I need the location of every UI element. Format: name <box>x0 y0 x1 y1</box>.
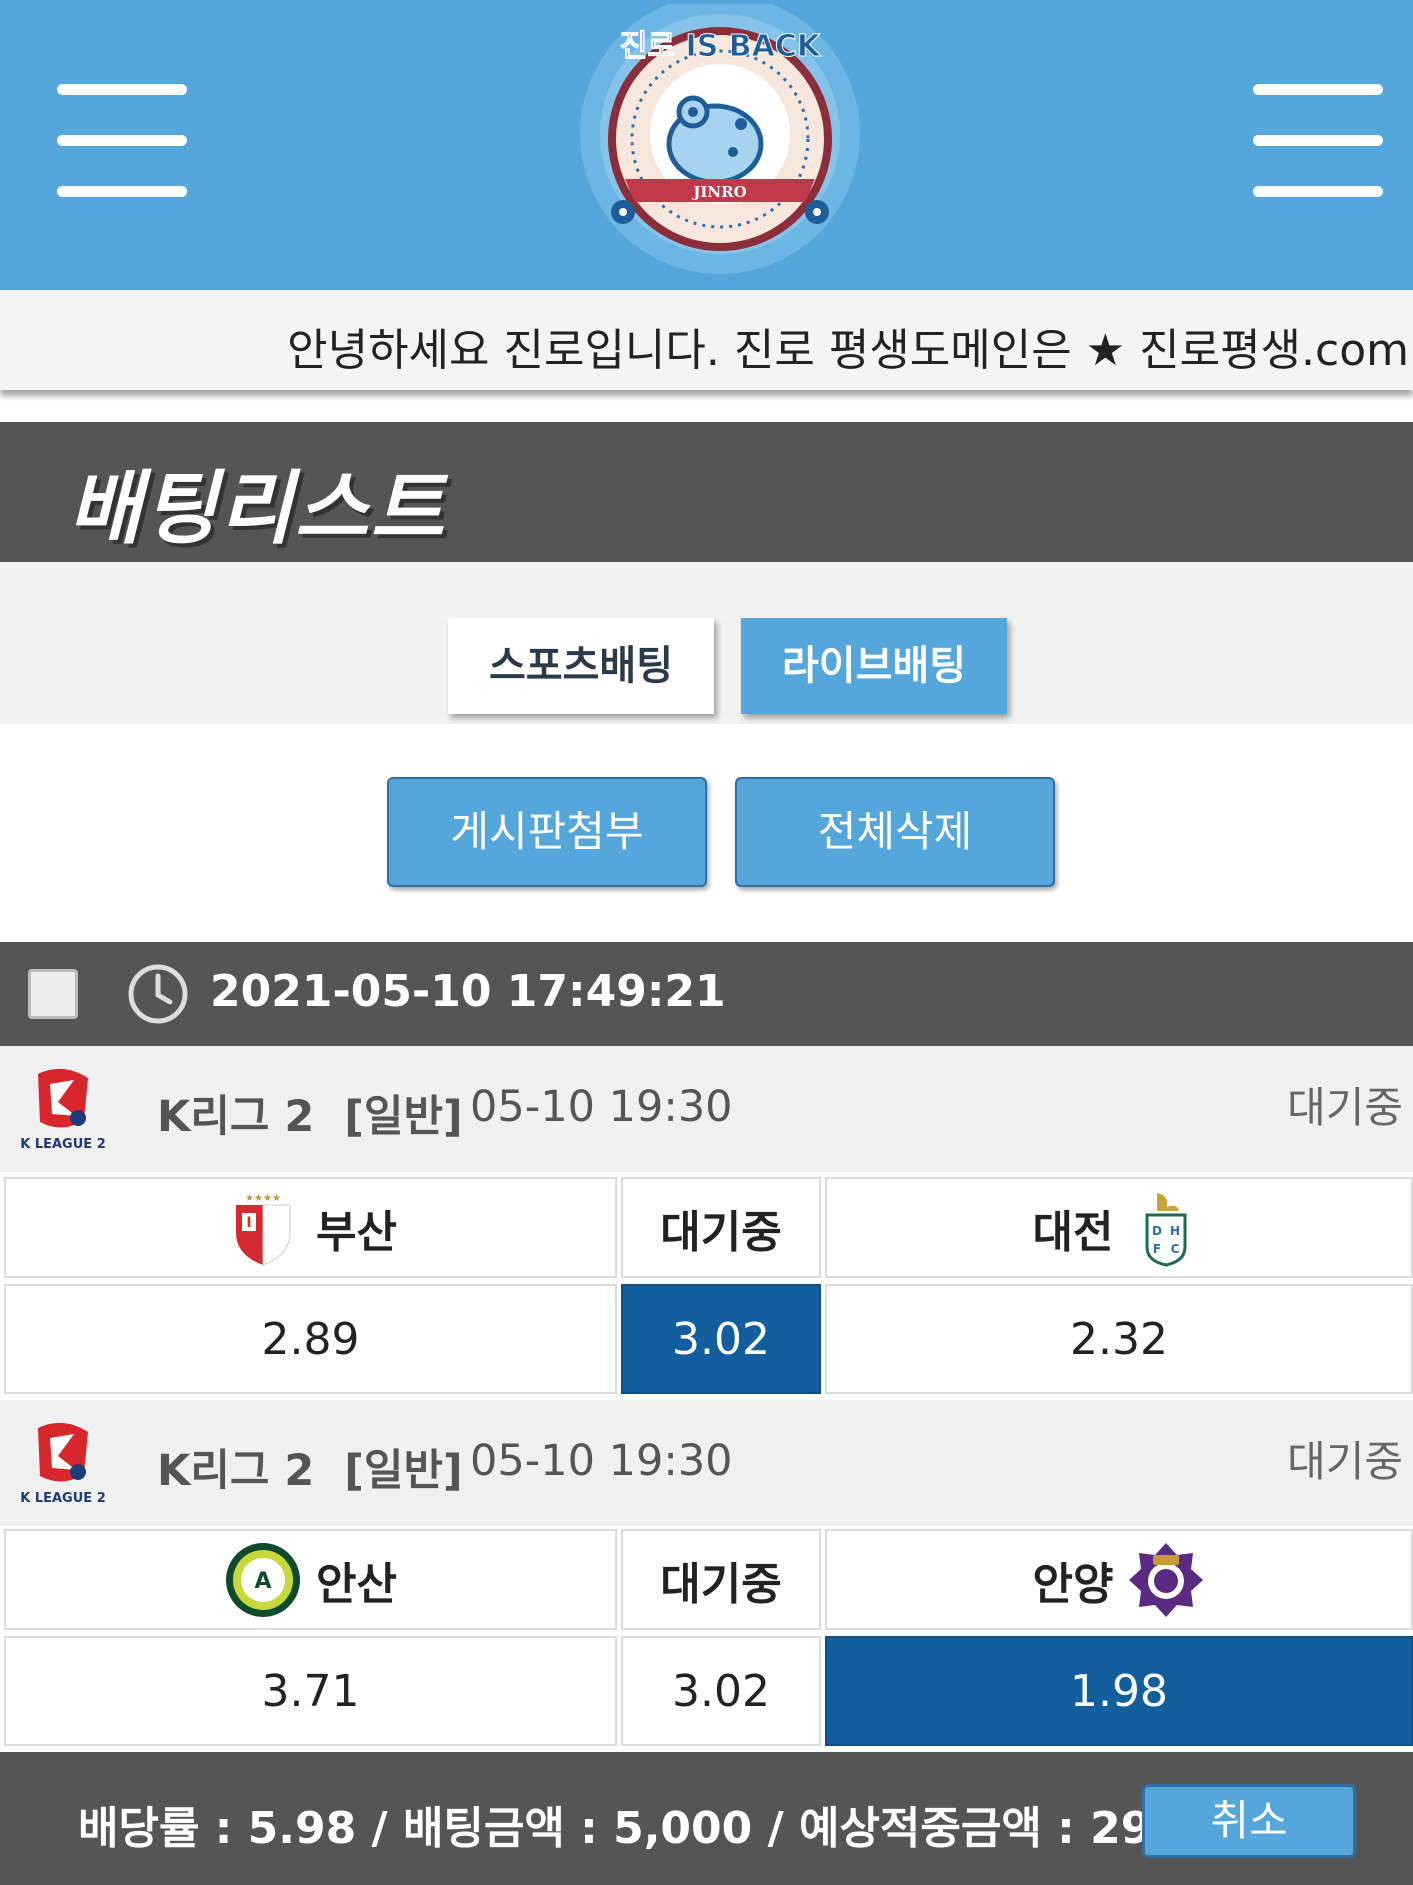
svg-text:K LEAGUE 2: K LEAGUE 2 <box>20 1491 106 1506</box>
busan-ipark-emblem-icon: I ★★★★ <box>236 1193 291 1266</box>
top-header: JINRO 진로 IS BACK <box>0 0 1413 290</box>
marquee-text: 안녕하세요 진로입니다. 진로 평생도메인은 ★ 진로평생.com <box>287 325 1409 376</box>
home-team-name: 부산 <box>316 1206 397 1258</box>
home-team-cell: A 안산 <box>4 1529 617 1630</box>
game-status: 대기중 <box>1287 1437 1403 1486</box>
page-title-bar: 배팅리스트 <box>0 422 1413 562</box>
home-odds-cell[interactable]: 2.89 <box>4 1284 617 1394</box>
ansan-greeners-emblem-icon: A <box>226 1542 301 1617</box>
home-odds-cell[interactable]: 3.71 <box>4 1636 617 1746</box>
bet-select-checkbox[interactable] <box>28 969 78 1019</box>
bet-datetime: 2021-05-10 17:49:21 <box>210 966 726 1017</box>
page-title: 배팅리스트 <box>68 462 446 555</box>
game-2-league-row: K LEAGUE 2 K리그 2 [일반] 05-10 19:30 대기중 <box>0 1400 1413 1526</box>
fc-anyang-emblem-icon <box>1129 1542 1204 1617</box>
svg-text:K LEAGUE 2: K LEAGUE 2 <box>20 1137 106 1152</box>
right-menu-icon[interactable] <box>1253 84 1383 198</box>
away-team-cell: 안양 <box>825 1529 1413 1630</box>
away-odds-cell[interactable]: 1.98 <box>825 1636 1413 1746</box>
home-team-cell: I ★★★★ 부산 <box>4 1177 617 1278</box>
notice-marquee: 안녕하세요 진로입니다. 진로 평생도메인은 ★ 진로평생.com <box>0 290 1413 390</box>
svg-text:★★★★: ★★★★ <box>245 1193 281 1204</box>
game-1-league-row: K LEAGUE 2 K리그 2 [일반] 05-10 19:30 대기중 <box>0 1046 1413 1172</box>
away-odds-cell[interactable]: 2.32 <box>825 1284 1413 1394</box>
draw-label-cell: 대기중 <box>621 1529 821 1630</box>
draw-odds-cell[interactable]: 3.02 <box>621 1636 821 1746</box>
draw-label-cell: 대기중 <box>621 1177 821 1278</box>
svg-text:F: F <box>1153 1242 1161 1256</box>
tab-live-betting[interactable]: 라이브배팅 <box>741 618 1007 714</box>
left-menu-icon[interactable] <box>57 84 187 198</box>
svg-text:I: I <box>246 1215 251 1231</box>
svg-text:C: C <box>1171 1242 1180 1256</box>
draw-odds-cell[interactable]: 3.02 <box>621 1284 821 1394</box>
bet-type-tabs: 스포츠배팅 라이브배팅 <box>0 562 1413 724</box>
game-time: 05-10 19:30 <box>470 1436 733 1486</box>
away-team-name: 안양 <box>1032 1558 1114 1610</box>
league-name: K리그 2 [일반] <box>157 1092 463 1142</box>
svg-text:D: D <box>1153 1224 1163 1238</box>
clock-icon <box>128 964 188 1024</box>
jinro-logo[interactable]: JINRO 진로 IS BACK <box>565 4 875 288</box>
svg-text:A: A <box>255 1569 272 1594</box>
home-team-name: 안산 <box>316 1558 397 1610</box>
k-league-2-logo: K LEAGUE 2 <box>20 1422 106 1506</box>
league-name: K리그 2 [일반] <box>157 1446 463 1496</box>
k-league-2-logo: K LEAGUE 2 <box>20 1068 106 1152</box>
away-team-name: 대전 <box>1032 1206 1114 1258</box>
svg-text:H: H <box>1170 1224 1180 1238</box>
tab-sports-betting[interactable]: 스포츠배팅 <box>448 618 714 714</box>
game-time: 05-10 19:30 <box>470 1082 733 1132</box>
svg-text:JINRO: JINRO <box>691 183 746 201</box>
cancel-bet-button[interactable]: 취소 <box>1142 1784 1356 1858</box>
attach-to-board-button[interactable]: 게시판첨부 <box>387 777 707 887</box>
svg-text:진로 IS BACK: 진로 IS BACK <box>620 29 822 64</box>
daejeon-hana-emblem-icon: D H F C <box>1145 1192 1187 1267</box>
bet-summary-text: 배당률 : 5.98 / 배팅금액 : 5,000 / 예상적중금액 : 29,… <box>78 1803 1260 1854</box>
delete-all-button[interactable]: 전체삭제 <box>735 777 1055 887</box>
game-status: 대기중 <box>1287 1083 1403 1132</box>
away-team-cell: 대전 D H F C <box>825 1177 1413 1278</box>
